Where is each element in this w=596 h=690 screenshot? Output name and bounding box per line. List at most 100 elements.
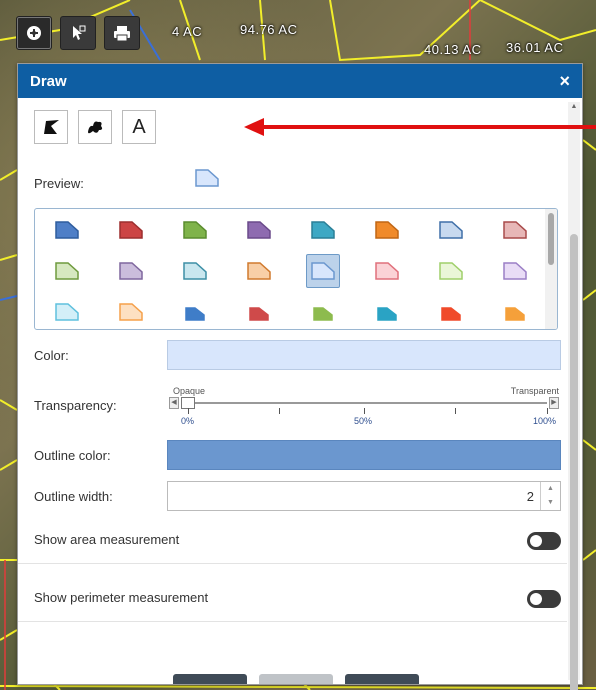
map-toolbar	[16, 16, 140, 50]
fill-symbol-swatch	[119, 302, 143, 321]
fill-symbol-frame	[178, 254, 212, 288]
fill-symbol-option[interactable]	[227, 250, 291, 291]
fill-symbol-option[interactable]	[227, 209, 291, 250]
fill-symbol-shape	[183, 261, 207, 280]
fill-symbol-shape	[55, 220, 79, 239]
fill-symbol-frame	[498, 213, 532, 247]
fill-symbol-swatch	[183, 261, 207, 280]
draw-mode-buttons: A	[34, 110, 156, 144]
fill-symbol-swatch	[503, 220, 527, 239]
transparency-label: Transparency:	[34, 398, 117, 413]
color-picker-field[interactable]	[167, 340, 561, 370]
print-button[interactable]	[104, 16, 140, 50]
opaque-label: Opaque	[173, 386, 206, 396]
fill-symbol-option[interactable]	[35, 209, 99, 250]
fill-symbol-option[interactable]	[419, 291, 483, 329]
fill-symbol-shape	[183, 220, 207, 239]
fill-symbol-shape	[311, 220, 335, 239]
fill-symbol-option[interactable]	[355, 250, 419, 291]
fill-symbol-frame	[114, 254, 148, 288]
fill-symbol-frame	[114, 295, 148, 329]
symbol-row	[35, 209, 547, 250]
redo-button[interactable]: Redo	[259, 674, 333, 684]
fill-symbol-frame	[370, 254, 404, 288]
fill-symbol-frame	[370, 213, 404, 247]
fill-symbol-option[interactable]	[419, 209, 483, 250]
fill-symbol-swatch	[439, 261, 463, 280]
fill-symbol-shape	[505, 306, 525, 321]
fill-symbol-option[interactable]	[99, 250, 163, 291]
fill-symbol-shape	[503, 220, 527, 239]
fill-symbol-option[interactable]	[483, 209, 547, 250]
fill-symbol-frame	[498, 295, 532, 329]
transparency-slider[interactable]: Opaque Transparent ◀ ▶ 0% 50% 100%	[167, 384, 561, 428]
fill-symbol-swatch	[375, 261, 399, 280]
clear-button[interactable]: Clear	[345, 674, 419, 684]
panel-header: Draw ×	[18, 64, 582, 98]
fill-symbol-option[interactable]	[355, 209, 419, 250]
fill-symbol-swatch	[55, 302, 79, 321]
fill-symbol-option[interactable]	[291, 209, 355, 250]
palette-scrollbar[interactable]	[545, 209, 557, 329]
freehand-polygon-tool-button[interactable]	[78, 110, 112, 144]
fill-symbol-shape	[375, 261, 399, 280]
fill-symbol-option[interactable]	[227, 291, 291, 329]
fill-symbol-option[interactable]	[483, 250, 547, 291]
select-tool-button[interactable]	[60, 16, 96, 50]
scroll-up-icon[interactable]: ▲	[568, 102, 580, 112]
fill-symbol-swatch	[119, 261, 143, 280]
undo-button[interactable]: Undo	[173, 674, 247, 684]
slider-track[interactable]	[181, 402, 547, 404]
fill-symbol-option[interactable]	[291, 250, 355, 291]
fill-symbol-option[interactable]	[35, 250, 99, 291]
outline-width-value[interactable]: 2	[527, 489, 534, 504]
draw-actions: Undo Redo Clear	[173, 674, 419, 684]
outline-width-stepper[interactable]: 2 ▲ ▼	[167, 481, 561, 511]
fill-symbol-swatch	[311, 220, 335, 239]
tick-label-100: 100%	[533, 416, 557, 426]
fill-symbol-shape	[249, 306, 269, 321]
fill-symbol-swatch	[439, 220, 463, 239]
fill-symbol-option[interactable]	[163, 209, 227, 250]
fill-symbol-option[interactable]	[291, 291, 355, 329]
slider-decrement-button[interactable]: ◀	[169, 397, 179, 409]
fill-symbol-shape	[55, 302, 79, 321]
fill-symbol-frame	[178, 295, 212, 329]
fill-symbol-swatch	[311, 261, 335, 280]
parcel-acreage-label: 94.76 AC	[240, 22, 298, 37]
spin-down-icon[interactable]: ▼	[541, 496, 560, 510]
print-icon	[114, 26, 130, 42]
spin-up-icon[interactable]: ▲	[541, 482, 560, 496]
fill-symbol-swatch	[503, 261, 527, 280]
fill-symbol-swatch	[441, 306, 461, 321]
polygon-icon	[44, 120, 59, 134]
toggle-knob	[530, 593, 542, 605]
select-cursor-icon	[73, 25, 86, 40]
show-perimeter-toggle[interactable]	[527, 590, 561, 608]
fill-symbol-option[interactable]	[419, 250, 483, 291]
fill-symbol-option[interactable]	[35, 291, 99, 329]
fill-symbol-option[interactable]	[99, 209, 163, 250]
fill-symbol-option[interactable]	[163, 250, 227, 291]
panel-body: A Preview: Color: Transparency: Opaque T…	[18, 98, 567, 684]
freehand-polygon-icon	[88, 121, 103, 134]
fill-symbol-frame	[114, 213, 148, 247]
palette-scroll-thumb[interactable]	[548, 213, 554, 265]
slider-increment-button[interactable]: ▶	[549, 397, 559, 409]
slider-tick	[188, 408, 189, 414]
draw-tool-button[interactable]	[16, 16, 52, 50]
panel-scroll-thumb[interactable]	[570, 234, 578, 690]
fill-symbol-option[interactable]	[99, 291, 163, 329]
show-area-label: Show area measurement	[34, 532, 180, 547]
fill-symbol-option[interactable]	[355, 291, 419, 329]
fill-symbol-option[interactable]	[483, 291, 547, 329]
polygon-tool-button[interactable]	[34, 110, 68, 144]
panel-scrollbar[interactable]: ▲	[568, 102, 580, 690]
fill-symbol-option[interactable]	[163, 291, 227, 329]
outline-color-picker-field[interactable]	[167, 440, 561, 470]
show-area-toggle[interactable]	[527, 532, 561, 550]
fill-symbol-shape	[313, 306, 333, 321]
text-tool-button[interactable]: A	[122, 110, 156, 144]
close-icon[interactable]: ×	[559, 72, 570, 90]
fill-symbol-shape	[247, 261, 271, 280]
